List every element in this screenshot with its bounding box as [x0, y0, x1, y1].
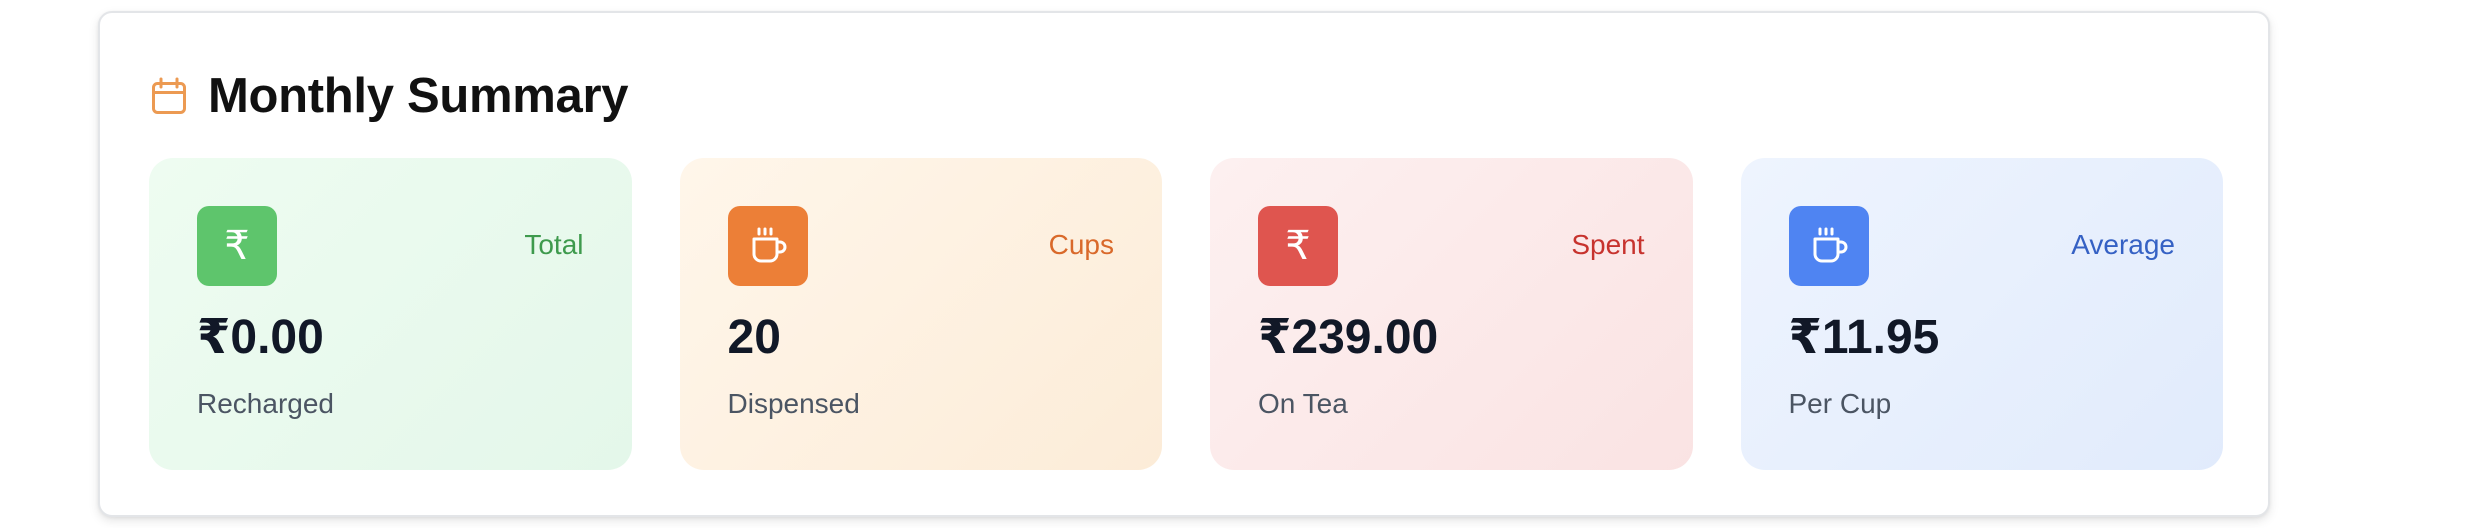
monthly-summary-card: Monthly Summary ₹ Total ₹0.00 Recharged …	[98, 11, 2270, 517]
calendar-icon	[150, 77, 188, 115]
stat-tag: Spent	[1571, 229, 1645, 260]
stat-label: Per Cup	[1788, 388, 1892, 419]
stat-card-spent: ₹ Spent ₹239.00 On Tea	[1210, 158, 1693, 470]
rupee-icon: ₹	[1258, 206, 1338, 286]
stat-card-total: ₹ Total ₹0.00 Recharged	[149, 158, 632, 470]
stats-grid: ₹ Total ₹0.00 Recharged Cups 20 Dispense…	[149, 158, 2223, 470]
stat-value: ₹239.00	[1258, 311, 1439, 364]
cup-icon	[1788, 206, 1869, 286]
stat-card-cups: Cups 20 Dispensed	[679, 158, 1162, 470]
stat-value: ₹11.95	[1788, 311, 1940, 364]
stat-tag: Total	[524, 229, 584, 260]
card-header: Monthly Summary	[150, 58, 629, 134]
stat-label: Dispensed	[727, 388, 860, 419]
stat-value: ₹0.00	[197, 311, 324, 364]
stat-card-average: Average ₹11.95 Per Cup	[1740, 158, 2223, 470]
stat-label: Recharged	[197, 388, 334, 419]
stat-tag: Cups	[1048, 229, 1114, 260]
rupee-icon: ₹	[197, 206, 277, 286]
card-title: Monthly Summary	[208, 69, 629, 123]
stat-tag: Average	[2071, 229, 2175, 260]
cup-icon	[727, 206, 808, 286]
stat-label: On Tea	[1258, 388, 1348, 419]
stat-value: 20	[727, 311, 781, 364]
